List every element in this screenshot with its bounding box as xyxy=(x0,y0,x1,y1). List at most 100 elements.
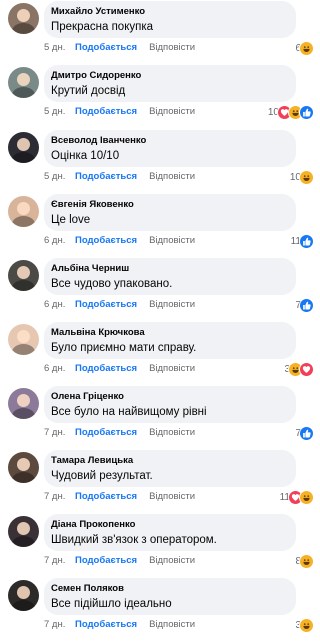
reactions-summary[interactable]: 6 xyxy=(295,40,314,56)
avatar[interactable] xyxy=(8,516,39,547)
author-name[interactable]: Альбіна Черниш xyxy=(51,263,296,275)
like-button[interactable]: Подобається xyxy=(75,234,137,248)
comment-time[interactable]: 7 дн. xyxy=(44,554,75,568)
like-button[interactable]: Подобається xyxy=(75,618,137,632)
author-name[interactable]: Мальвіна Крючкова xyxy=(51,327,296,339)
reactions-summary[interactable]: 10 xyxy=(268,104,314,120)
avatar[interactable] xyxy=(8,388,39,419)
avatar-face xyxy=(17,266,30,279)
like-button[interactable]: Подобається xyxy=(75,490,137,504)
avatar[interactable] xyxy=(8,67,39,98)
comment-bubble: Тамара Левицька Чудовий результат. xyxy=(44,450,296,487)
comment-item: Мальвіна Крючкова Було приємно мати справ… xyxy=(0,321,320,385)
like-reaction-icon xyxy=(299,233,314,249)
author-name[interactable]: Діана Прокопенко xyxy=(51,519,296,531)
avatar[interactable] xyxy=(8,196,39,227)
avatar[interactable] xyxy=(8,132,39,163)
like-button[interactable]: Подобається xyxy=(75,298,137,312)
author-name[interactable]: Євгенія Яковенко xyxy=(51,199,296,211)
reactions-summary[interactable]: 7 xyxy=(295,297,314,313)
author-name[interactable]: Тамара Левицька xyxy=(51,455,296,467)
comment-meta: 7 дн. Подобається Відповісти xyxy=(44,554,195,568)
comment-bubble: Олена Гріценко Все було на найвищому рівн… xyxy=(44,386,296,423)
comment-meta: 5 дн. Подобається Відповісти xyxy=(44,170,195,184)
reply-button[interactable]: Відповісти xyxy=(149,555,195,566)
reply-button[interactable]: Відповісти xyxy=(149,106,195,117)
avatar[interactable] xyxy=(8,260,39,291)
reactions-summary[interactable]: 3 xyxy=(284,361,314,377)
avatar-body xyxy=(12,152,35,163)
author-name[interactable]: Всеволод Іванченко xyxy=(51,135,296,147)
author-name[interactable]: Михайло Устименко xyxy=(51,6,296,18)
avatar-body xyxy=(12,280,35,291)
reply-button[interactable]: Відповісти xyxy=(149,619,195,630)
comment-item: Тамара Левицька Чудовий результат. 7 дн. По… xyxy=(0,449,320,513)
comment-item: Семен Поляков Все підійшло ідеально 7 дн. П… xyxy=(0,577,320,641)
comment-bubble: Євгенія Яковенко Це love xyxy=(44,194,296,231)
reply-button[interactable]: Відповісти xyxy=(149,42,195,53)
comment-time[interactable]: 6 дн. xyxy=(44,234,75,248)
reactions-summary[interactable]: 11 xyxy=(280,489,314,505)
comment-time[interactable]: 5 дн. xyxy=(44,105,75,119)
comment-meta: 5 дн. Подобається Відповісти xyxy=(44,41,195,55)
avatar[interactable] xyxy=(8,452,39,483)
comment-time[interactable]: 5 дн. xyxy=(44,170,75,184)
avatar-face xyxy=(17,522,30,535)
author-name[interactable]: Дмитро Сидоренко xyxy=(51,70,296,82)
avatar-body xyxy=(12,472,35,483)
comment-time[interactable]: 7 дн. xyxy=(44,490,75,504)
comment-item: Дмитро Сидоренко Крутий досвід 5 дн. Подоба… xyxy=(0,64,320,128)
comment-text: Швидкий зв'язок з оператором. xyxy=(51,534,217,546)
comment-text: Чудовий результат. xyxy=(51,470,153,482)
reply-button[interactable]: Відповісти xyxy=(149,299,195,310)
comment-meta: 6 дн. Подобається Відповісти xyxy=(44,298,195,312)
like-button[interactable]: Подобається xyxy=(75,554,137,568)
like-button[interactable]: Подобається xyxy=(75,170,137,184)
avatar-body xyxy=(12,87,35,98)
comment-time[interactable]: 6 дн. xyxy=(44,298,75,312)
comment-bubble: Діана Прокопенко Швидкий зв'язок з операт… xyxy=(44,514,296,551)
comment-time[interactable]: 7 дн. xyxy=(44,618,75,632)
comment-bubble: Михайло Устименко Прекрасна покупка xyxy=(44,1,296,38)
comment-text: Прекрасна покупка xyxy=(51,21,154,33)
avatar-body xyxy=(12,344,35,355)
reply-button[interactable]: Відповісти xyxy=(149,491,195,502)
reply-button[interactable]: Відповісти xyxy=(149,427,195,438)
like-button[interactable]: Подобається xyxy=(75,105,137,119)
reactions-summary[interactable]: 3 xyxy=(295,617,314,633)
like-reaction-icon xyxy=(299,425,314,441)
author-name[interactable]: Семен Поляков xyxy=(51,583,296,595)
comment-item: Альбіна Черниш Все чудово упаковано. 6 дн.… xyxy=(0,257,320,321)
like-button[interactable]: Подобається xyxy=(75,426,137,440)
avatar-face xyxy=(17,458,30,471)
reactions-summary[interactable]: 11 xyxy=(291,233,314,249)
comment-time[interactable]: 6 дн. xyxy=(44,362,75,376)
avatar[interactable] xyxy=(8,580,39,611)
comment-bubble: Дмитро Сидоренко Крутий досвід xyxy=(44,65,296,102)
avatar-face xyxy=(17,394,30,407)
reply-button[interactable]: Відповісти xyxy=(149,171,195,182)
comment-bubble: Мальвіна Крючкова Було приємно мати справ… xyxy=(44,322,296,359)
avatar-body xyxy=(12,216,35,227)
reactions-summary[interactable]: 10 xyxy=(290,169,314,185)
comment-time[interactable]: 7 дн. xyxy=(44,426,75,440)
comment-meta: 7 дн. Подобається Відповісти xyxy=(44,426,195,440)
reactions-summary[interactable]: 8 xyxy=(295,553,314,569)
comment-item: Олена Гріценко Все було на найвищому рівн… xyxy=(0,385,320,449)
avatar[interactable] xyxy=(8,324,39,355)
comment-time[interactable]: 5 дн. xyxy=(44,41,75,55)
avatar[interactable] xyxy=(8,3,39,34)
like-button[interactable]: Подобається xyxy=(75,41,137,55)
avatar-face xyxy=(17,202,30,215)
reactions-summary[interactable]: 7 xyxy=(295,425,314,441)
comment-item: Михайло Устименко Прекрасна покупка 5 дн. П… xyxy=(0,0,320,64)
author-name[interactable]: Олена Гріценко xyxy=(51,391,296,403)
avatar-face xyxy=(17,586,30,599)
comment-item: Всеволод Іванченко Оцінка 10/10 5 дн. Подоб… xyxy=(0,129,320,193)
like-reaction-icon xyxy=(299,104,314,120)
comment-text: Було приємно мати справу. xyxy=(51,342,197,354)
reply-button[interactable]: Відповісти xyxy=(149,363,195,374)
comment-text: Це love xyxy=(51,214,91,226)
reply-button[interactable]: Відповісти xyxy=(149,235,195,246)
like-button[interactable]: Подобається xyxy=(75,362,137,376)
